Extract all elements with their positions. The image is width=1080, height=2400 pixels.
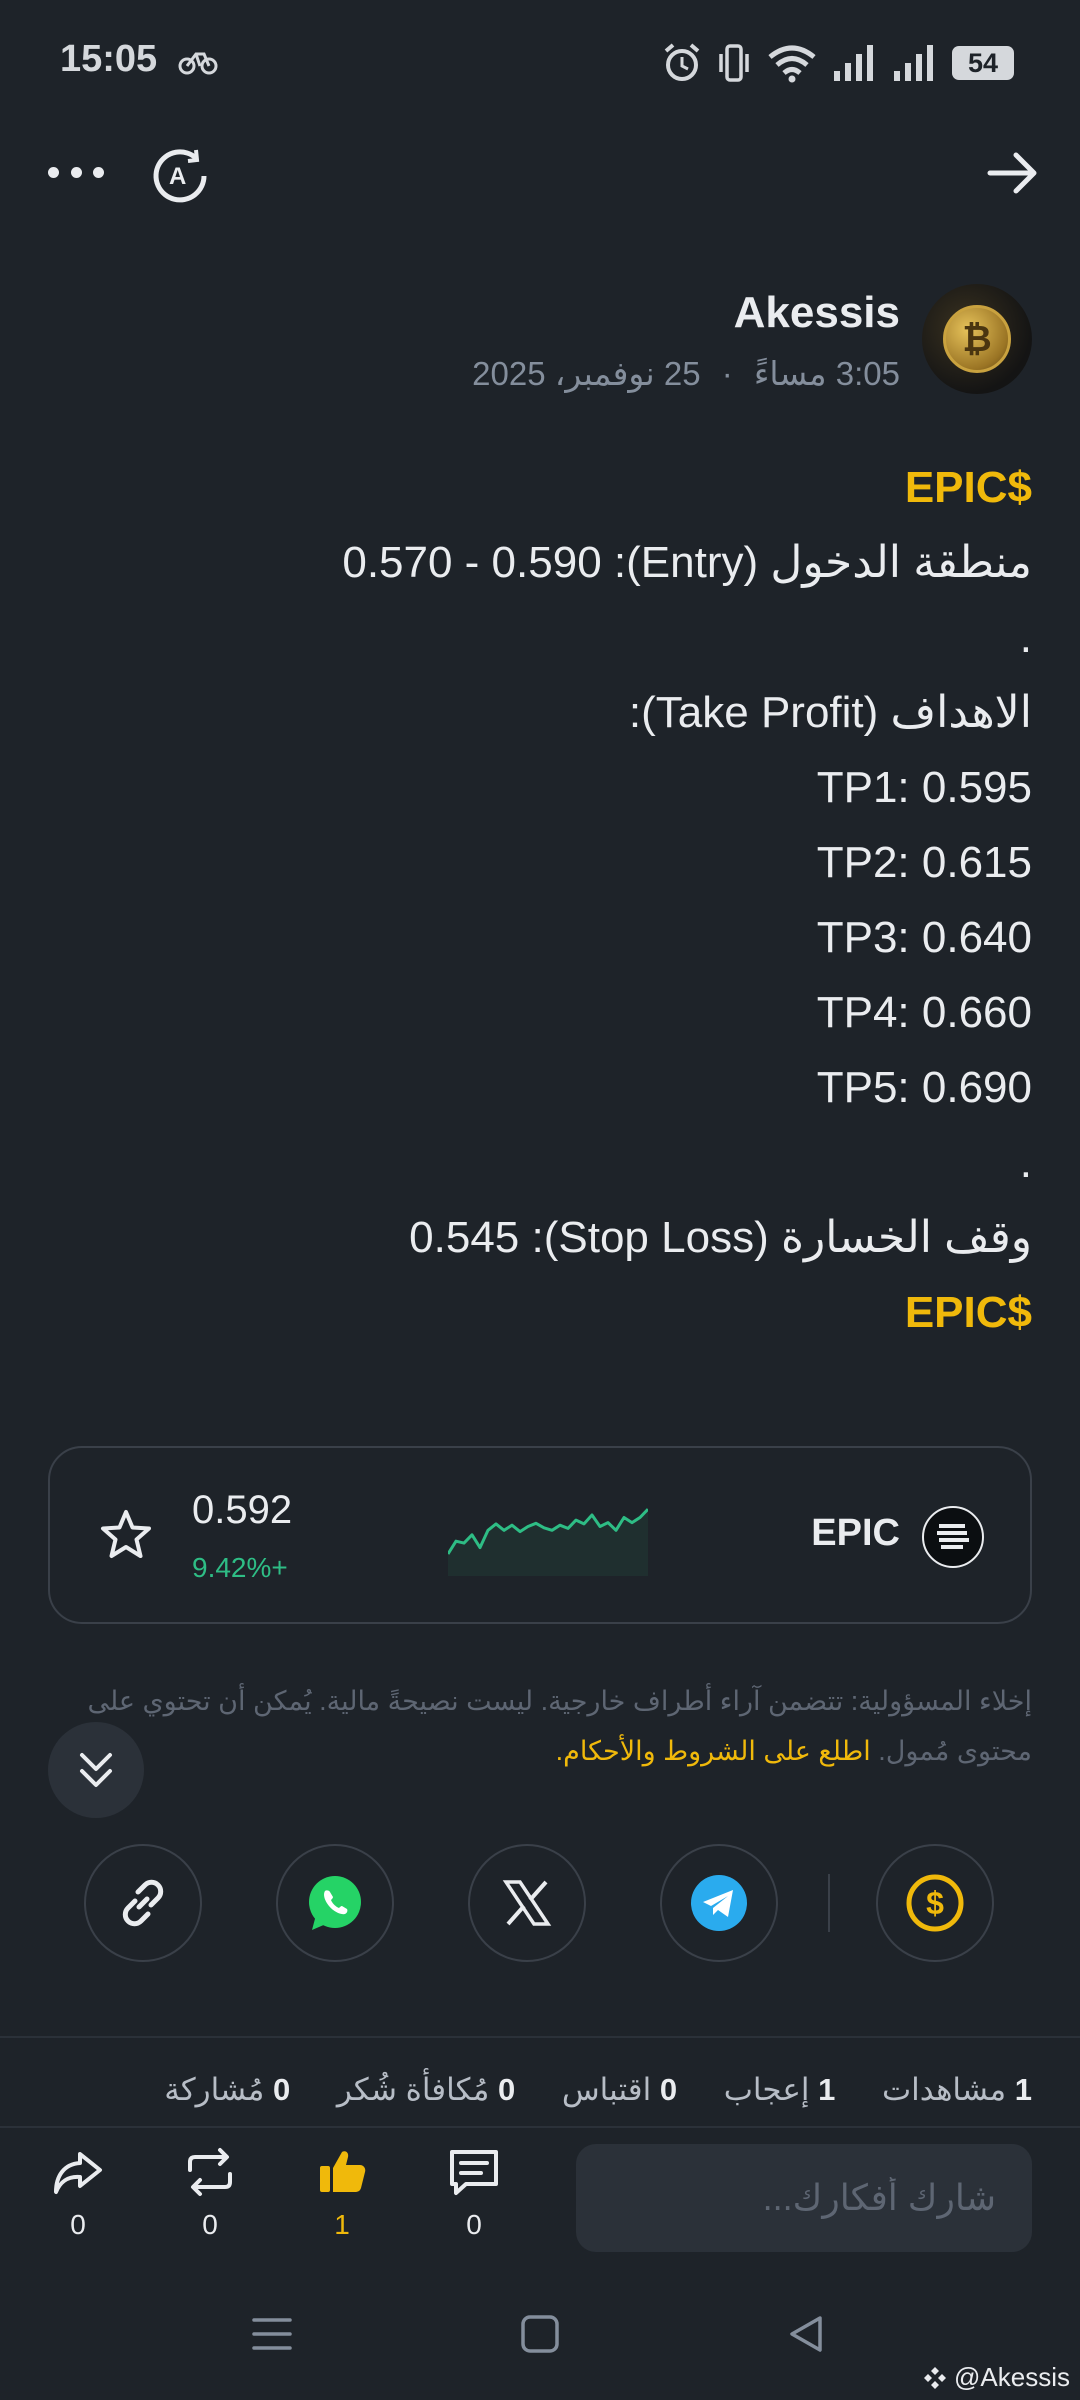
comment-count: 0 [466, 2209, 482, 2240]
arrow-right-icon[interactable] [986, 148, 1040, 203]
signal-icon [894, 45, 933, 81]
repost-icon [188, 2148, 232, 2196]
cashtag[interactable]: EPIC$ [48, 1275, 1032, 1350]
token-price: 0.592 [192, 1488, 293, 1532]
chevrons-down-icon [80, 1753, 112, 1787]
repost-action[interactable]: 0 [170, 2146, 250, 2241]
stat-tips: 0 مُكافأة شُكر [336, 2072, 516, 2107]
telegram-button[interactable] [660, 1844, 778, 1962]
post-line: TP1: 0.595 [816, 763, 1032, 812]
binance-logo-icon [924, 2366, 947, 2389]
tip-button[interactable]: $ [876, 1844, 994, 1962]
divider [0, 2126, 1080, 2128]
like-count: 1 [334, 2209, 350, 2240]
share-action[interactable]: 0 [38, 2146, 118, 2241]
disclaimer: إخلاء المسؤولية: تتضمن آراء أطراف خارجية… [48, 1676, 1032, 1776]
collapse-button[interactable] [48, 1722, 144, 1818]
repost-count: 0 [202, 2209, 218, 2240]
post-line: وقف الخسارة (Stop Loss): 0.545 [409, 1213, 1032, 1262]
epic-logo-icon [922, 1506, 984, 1568]
post-stats: 1 مشاهدات 1 إعجاب 0 اقتباس 0 مُكافأة شُك… [164, 2072, 1032, 2108]
post-line: الاهداف (Take Profit): [628, 688, 1032, 737]
post-date: 25 نوفمبر، 2025 [472, 355, 701, 392]
like-action[interactable]: 1 [302, 2146, 382, 2241]
back-triangle-icon[interactable] [784, 2312, 828, 2361]
wifi-icon [768, 45, 816, 83]
svg-text:$: $ [926, 1885, 944, 1921]
link-icon [122, 1879, 164, 1927]
telegram-icon [691, 1875, 747, 1931]
comment-action[interactable]: 0 [434, 2146, 514, 2241]
comment-input[interactable] [576, 2144, 1032, 2252]
post-line: TP4: 0.660 [816, 988, 1032, 1037]
share-divider [828, 1874, 830, 1932]
post-body: EPIC$ منطقة الدخول (Entry): 0.570 - 0.59… [48, 450, 1032, 1350]
copy-link-button[interactable] [84, 1844, 202, 1962]
whatsapp-button[interactable] [276, 1844, 394, 1962]
avatar[interactable]: ₿ [922, 284, 1032, 394]
svg-text:A: A [169, 163, 186, 190]
translate-icon[interactable]: A [150, 144, 210, 209]
thumbs-up-icon [320, 2151, 366, 2192]
post-line: TP2: 0.615 [816, 838, 1032, 887]
whatsapp-icon [309, 1876, 361, 1930]
recent-apps-icon[interactable] [250, 2312, 294, 2361]
stat-likes: 1 إعجاب [723, 2072, 836, 2107]
alarm-icon [664, 43, 700, 81]
author-name[interactable]: Akessis [734, 288, 900, 338]
token-change: 9.42%+ [192, 1552, 288, 1583]
price-sparkline [446, 1500, 650, 1581]
post-line: TP3: 0.640 [816, 913, 1032, 962]
star-icon[interactable] [98, 1508, 154, 1567]
share-arrow-icon [54, 2152, 102, 2194]
status-icons: 54 [662, 38, 1014, 88]
battery-icon: 54 [952, 46, 1014, 80]
share-count: 0 [70, 2209, 86, 2240]
status-time: 15:05 [60, 38, 158, 80]
comment-icon [450, 2150, 498, 2195]
divider [0, 2036, 1080, 2038]
post-line: . [1019, 1138, 1032, 1187]
stat-quotes: 0 اقتباس [561, 2072, 678, 2107]
watermark: @Akessis [922, 2362, 1070, 2393]
post-line: . [1019, 613, 1032, 662]
post-line: TP5: 0.690 [816, 1063, 1032, 1112]
meta-separator: · [721, 355, 733, 392]
x-share-button[interactable] [468, 1844, 586, 1962]
vibrate-icon [719, 44, 749, 82]
stat-views: 1 مشاهدات [882, 2072, 1032, 2107]
x-logo-icon [502, 1880, 552, 1926]
post-line: منطقة الدخول (Entry): 0.570 - 0.590 [342, 538, 1032, 587]
post-timestamp: 3:05 مساءً · 25 نوفمبر، 2025 [472, 354, 900, 393]
signal-icon [834, 45, 873, 81]
watermark-text: @Akessis [954, 2362, 1070, 2392]
post-time: 3:05 مساءً [753, 355, 900, 392]
home-icon[interactable] [518, 2312, 562, 2361]
dollar-coin-icon: $ [906, 1874, 964, 1932]
stat-shares: 0 مُشاركة [164, 2072, 291, 2107]
bitcoin-coin-icon: ₿ [943, 305, 1011, 373]
more-dots-icon[interactable] [48, 150, 104, 194]
token-symbol: EPIC [811, 1512, 900, 1554]
bike-icon [178, 46, 218, 81]
cashtag[interactable]: EPIC$ [48, 450, 1032, 525]
terms-link[interactable]: اطلع على الشروط والأحكام. [556, 1736, 871, 1766]
